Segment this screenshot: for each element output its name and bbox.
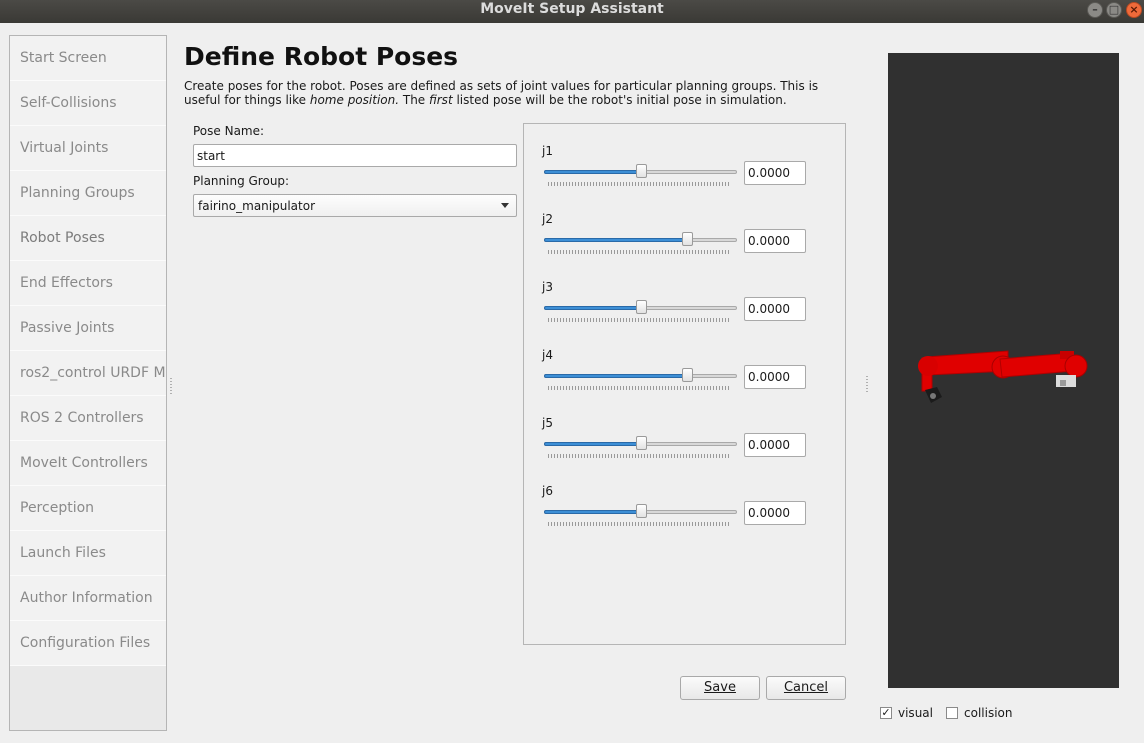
joint-value-input[interactable]: 0.0000 bbox=[744, 501, 806, 525]
planning-group-value: fairino_manipulator bbox=[198, 199, 315, 213]
sidebar-item-perception[interactable]: Perception bbox=[10, 486, 166, 531]
window-title: MoveIt Setup Assistant bbox=[480, 1, 664, 17]
slider-handle[interactable] bbox=[636, 300, 647, 314]
sidebar-item-self-collisions[interactable]: Self-Collisions bbox=[10, 81, 166, 126]
slider-ticks bbox=[548, 182, 731, 186]
joint-sliders-panel: j1 0.0000 j2 0.0000 j3 0.0000 j4 0.0000 … bbox=[523, 123, 846, 645]
slider-ticks bbox=[548, 454, 731, 458]
check-icon: ✓ bbox=[881, 706, 891, 719]
close-icon[interactable]: × bbox=[1126, 2, 1142, 18]
planning-group-select[interactable]: fairino_manipulator bbox=[193, 194, 517, 217]
slider-handle[interactable] bbox=[682, 232, 693, 246]
joint-row-j2: j2 0.0000 bbox=[542, 212, 832, 272]
slider-ticks bbox=[548, 386, 731, 390]
sidebar-item-virtual-joints[interactable]: Virtual Joints bbox=[10, 126, 166, 171]
joint-name: j3 bbox=[542, 280, 553, 294]
description-line-1: Create poses for the robot. Poses are de… bbox=[184, 79, 819, 93]
sidebar-item-robot-poses[interactable]: Robot Poses bbox=[10, 216, 166, 261]
slider-handle[interactable] bbox=[682, 368, 693, 382]
joint-value-input[interactable]: 0.0000 bbox=[744, 365, 806, 389]
joint-value-input[interactable]: 0.0000 bbox=[744, 229, 806, 253]
minimize-icon[interactable]: – bbox=[1087, 2, 1103, 18]
robot-3d-viewer[interactable] bbox=[888, 53, 1119, 688]
slider-ticks bbox=[548, 250, 731, 254]
joint-slider[interactable] bbox=[544, 232, 737, 246]
pose-name-label: Pose Name: bbox=[193, 124, 265, 138]
joint-slider[interactable] bbox=[544, 368, 737, 382]
viewer-splitter-handle[interactable] bbox=[866, 376, 868, 392]
slider-fill bbox=[544, 374, 687, 378]
joint-slider[interactable] bbox=[544, 436, 737, 450]
description-text: useful for things like bbox=[184, 93, 310, 107]
sidebar-item-author-information[interactable]: Author Information bbox=[10, 576, 166, 621]
slider-handle[interactable] bbox=[636, 504, 647, 518]
save-button[interactable]: Save bbox=[680, 676, 760, 700]
sidebar-nav: Start Screen Self-Collisions Virtual Joi… bbox=[9, 35, 167, 731]
sidebar-item-passive-joints[interactable]: Passive Joints bbox=[10, 306, 166, 351]
robot-arm-visual bbox=[918, 350, 1088, 403]
joint-row-j3: j3 0.0000 bbox=[542, 280, 832, 340]
cancel-button-label: Cancel bbox=[783, 680, 829, 695]
slider-fill bbox=[544, 510, 641, 514]
joint-value-input[interactable]: 0.0000 bbox=[744, 297, 806, 321]
joint-slider[interactable] bbox=[544, 300, 737, 314]
page-description: Create poses for the robot. Poses are de… bbox=[184, 79, 834, 107]
joint-row-j4: j4 0.0000 bbox=[542, 348, 832, 408]
slider-ticks bbox=[548, 318, 731, 322]
visual-label: visual bbox=[898, 706, 933, 720]
sidebar-item-ros2-control-urdf[interactable]: ros2_control URDF Mo bbox=[10, 351, 166, 396]
slider-handle[interactable] bbox=[636, 436, 647, 450]
joint-row-j6: j6 0.0000 bbox=[542, 484, 832, 544]
visual-checkbox[interactable]: ✓ bbox=[880, 707, 892, 719]
collision-checkbox[interactable] bbox=[946, 707, 958, 719]
sidebar-item-moveit-controllers[interactable]: MoveIt Controllers bbox=[10, 441, 166, 486]
page-title: Define Robot Poses bbox=[184, 42, 459, 71]
joint-name: j4 bbox=[542, 348, 553, 362]
planning-group-label: Planning Group: bbox=[193, 174, 290, 188]
slider-fill bbox=[544, 442, 641, 446]
description-line-2: useful for things like home position. Th… bbox=[184, 93, 834, 107]
joint-value-input[interactable]: 0.0000 bbox=[744, 161, 806, 185]
slider-fill bbox=[544, 170, 641, 174]
sidebar-item-start-screen[interactable]: Start Screen bbox=[10, 36, 166, 81]
joint-value-input[interactable]: 0.0000 bbox=[744, 433, 806, 457]
slider-ticks bbox=[548, 522, 731, 526]
description-text: The bbox=[399, 93, 429, 107]
joint-row-j1: j1 0.0000 bbox=[542, 144, 832, 204]
joint-slider[interactable] bbox=[544, 164, 737, 178]
sidebar-item-configuration-files[interactable]: Configuration Files bbox=[10, 621, 166, 666]
window-titlebar: MoveIt Setup Assistant – □ × bbox=[0, 0, 1144, 23]
joint-name: j1 bbox=[542, 144, 553, 158]
slider-fill bbox=[544, 306, 641, 310]
joint-slider[interactable] bbox=[544, 504, 737, 518]
description-emphasis: home position. bbox=[309, 93, 400, 107]
sidebar-item-ros2-controllers[interactable]: ROS 2 Controllers bbox=[10, 396, 166, 441]
sidebar-item-planning-groups[interactable]: Planning Groups bbox=[10, 171, 166, 216]
description-text: listed pose will be the robot's initial … bbox=[452, 93, 787, 107]
chevron-down-icon bbox=[501, 203, 509, 208]
joint-row-j5: j5 0.0000 bbox=[542, 416, 832, 476]
sidebar-item-launch-files[interactable]: Launch Files bbox=[10, 531, 166, 576]
pose-name-input[interactable]: start bbox=[193, 144, 517, 167]
sidebar-item-end-effectors[interactable]: End Effectors bbox=[10, 261, 166, 306]
save-button-label: Save bbox=[704, 680, 736, 695]
slider-fill bbox=[544, 238, 687, 242]
robot-model bbox=[918, 350, 1088, 403]
cancel-button[interactable]: Cancel bbox=[766, 676, 846, 700]
joint-name: j5 bbox=[542, 416, 553, 430]
joint-name: j2 bbox=[542, 212, 553, 226]
joint-name: j6 bbox=[542, 484, 553, 498]
sidebar-splitter-handle[interactable] bbox=[170, 378, 172, 394]
description-emphasis: first bbox=[429, 93, 453, 107]
maximize-icon[interactable]: □ bbox=[1106, 2, 1122, 18]
collision-label: collision bbox=[964, 706, 1013, 720]
slider-handle[interactable] bbox=[636, 164, 647, 178]
